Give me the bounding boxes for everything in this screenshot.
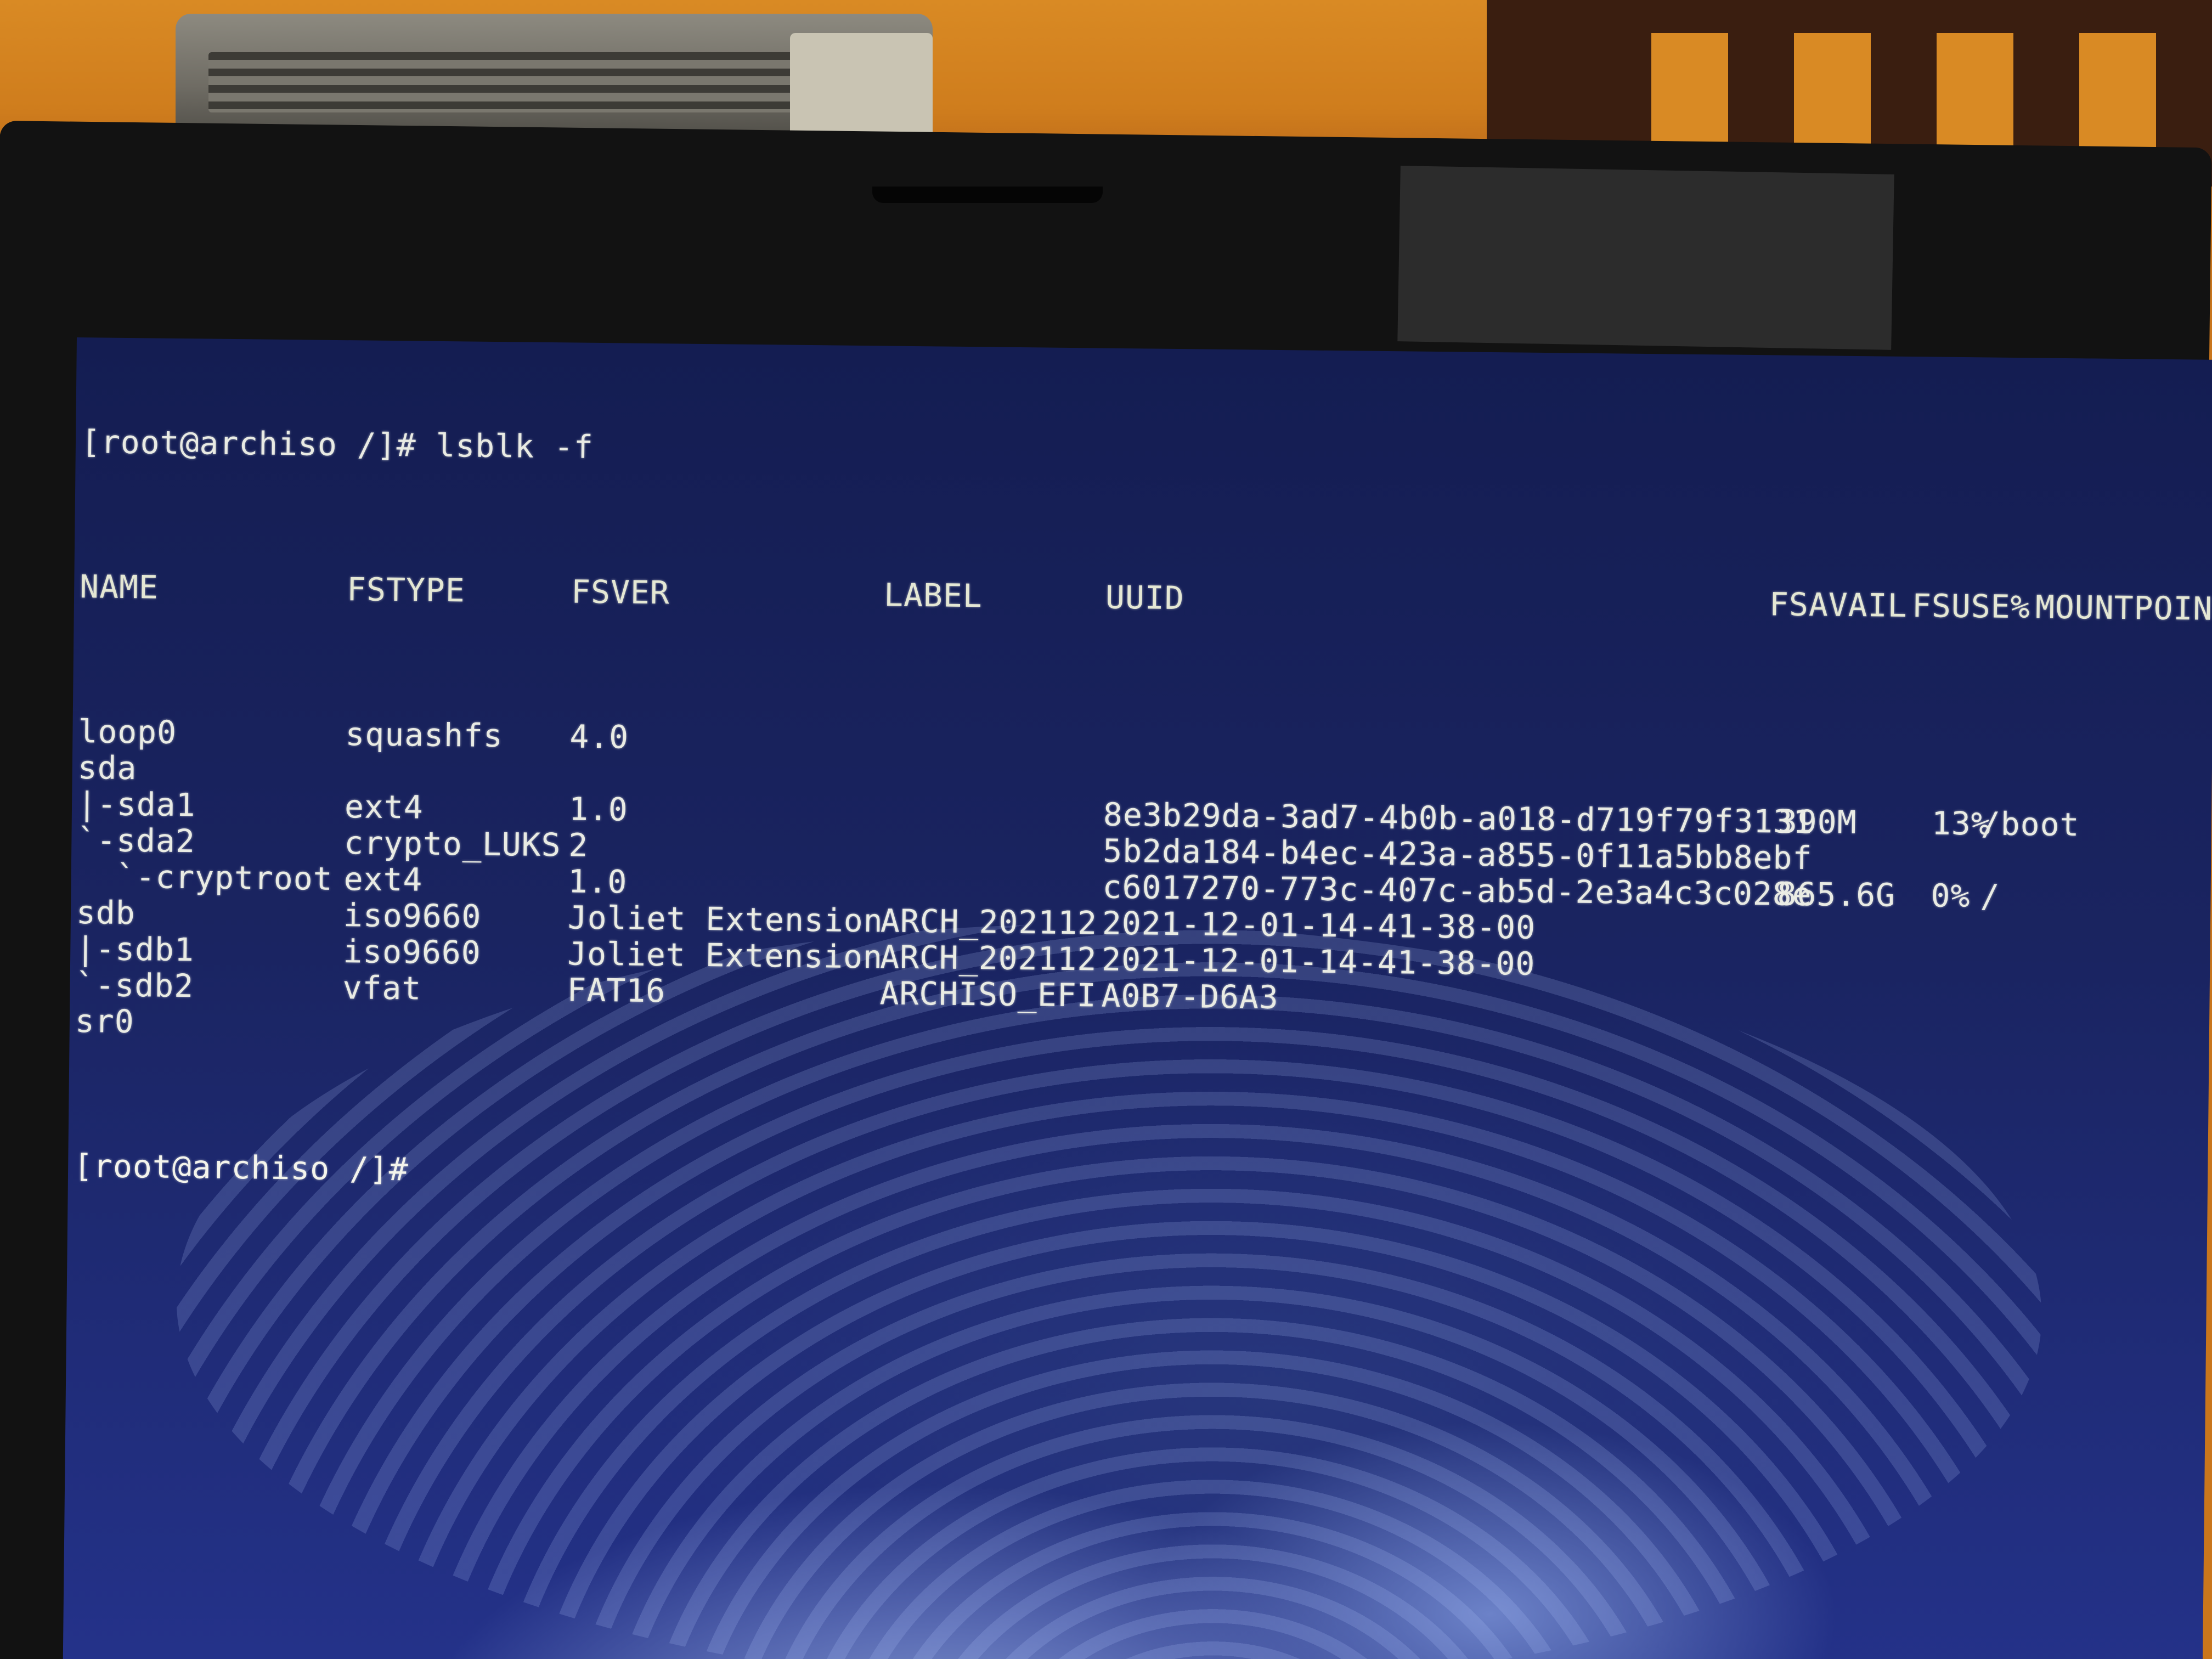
header-fsavail: FSAVAIL — [1769, 585, 1908, 624]
cell-fsver: 1.0 — [568, 790, 629, 828]
prompt-end: [root@archiso /]# — [73, 1147, 409, 1188]
cell-mount: /boot — [1980, 805, 2080, 844]
table-row: `-sda2 crypto_LUKS 2 5b2da184-b4ec-423a-a85… — [77, 821, 1813, 877]
header-fsuse: FSUSE% — [1911, 587, 2030, 626]
screen-moire-glare — [172, 915, 2046, 1659]
cell-label: ARCH_202112 — [879, 938, 1097, 978]
cell-name: sda — [77, 749, 137, 787]
cell-name: `-sdb2 — [75, 966, 194, 1005]
table-row: |-sdb1 iso9660 Joliet Extension ARCH_202112… — [75, 930, 1536, 983]
router-endcap — [790, 33, 933, 143]
cell-mount: / — [1980, 877, 2000, 915]
cell-fsver: 1.0 — [568, 862, 628, 901]
table-header-row: NAME FSTYPE FSVER LABEL UUID FSAVAIL FSU… — [79, 568, 2212, 628]
cell-fsuse: 0% — [1931, 877, 1971, 915]
header-fstype: FSTYPE — [346, 571, 466, 610]
cell-fstype: squashfs — [345, 715, 504, 755]
cell-fstype: iso9660 — [343, 896, 482, 935]
command-line: [root@archiso /]# lsblk -f — [81, 423, 594, 466]
cell-name: |-sdb1 — [75, 930, 195, 969]
laptop-screen: [root@archiso /]# lsblk -f NAME FSTYPE F… — [63, 337, 2212, 1659]
table-row: `-sdb2 vfat FAT16 ARCHISO_EFI A0B7-D6A3 — [75, 966, 1279, 1016]
cell-fstype: ext4 — [343, 860, 423, 899]
header-fsver: FSVER — [571, 573, 670, 612]
router-vents — [208, 52, 823, 112]
cell-fsavail: 865.6G — [1777, 875, 1896, 914]
cell-name: sdb — [76, 894, 136, 932]
cell-fsavail: 390M — [1778, 803, 1857, 842]
lsblk-table-body: loop0 squashfs 4.0 sda |-sda1 ext4 1.0 8e3b29da… — [75, 713, 2080, 1041]
header-name: NAME — [79, 568, 159, 606]
header-label: LABEL — [883, 576, 983, 615]
prompt-command: [root@archiso /]# lsblk -f — [81, 423, 594, 466]
cell-fsver: Joliet Extension — [567, 899, 884, 940]
table-row: sdb iso9660 Joliet Extension ARCH_202112 202… — [76, 894, 1536, 946]
cell-name: loop0 — [78, 713, 177, 751]
cell-fstype: ext4 — [344, 788, 424, 826]
cell-uuid: A0B7-D6A3 — [1101, 977, 1279, 1017]
cell-fstype: crypto_LUKS — [344, 824, 561, 864]
cell-fsver: Joliet Extension — [567, 935, 883, 976]
terminal-console[interactable]: [root@archiso /]# lsblk -f NAME FSTYPE F… — [72, 351, 2212, 1257]
cell-name: sr0 — [75, 1002, 135, 1041]
cell-fstype: vfat — [342, 969, 422, 1007]
cell-fsver: 4.0 — [569, 718, 629, 756]
cell-fsver: 2 — [568, 826, 589, 864]
table-row: loop0 squashfs 4.0 — [78, 713, 629, 756]
table-row: |-sda1 ext4 1.0 8e3b29da-3ad7-4b0b-a018-d71… — [77, 785, 2080, 843]
cell-label: ARCH_202112 — [880, 902, 1098, 942]
webcam-notch — [872, 187, 1103, 203]
header-mountpoint: MOUNTPOINTS — [2035, 588, 2212, 628]
cell-uuid: 2021-12-01-14-41-38-00 — [1102, 904, 1536, 946]
cell-uuid: 2021-12-01-14-41-38-00 — [1101, 940, 1536, 983]
table-row: sr0 — [75, 1002, 194, 1041]
webcam-tape — [1397, 166, 1894, 350]
prompt-line[interactable]: [root@archiso /]# — [74, 1147, 409, 1188]
table-row: `-cryptroot ext4 1.0 c6017270-773c-407c-ab5… — [76, 858, 2000, 915]
cell-fsver: FAT16 — [567, 971, 666, 1010]
cell-name: `-sda2 — [77, 821, 196, 860]
header-uuid: UUID — [1105, 578, 1185, 617]
cell-name: |-sda1 — [77, 785, 196, 824]
cell-name: `-cryptroot — [76, 857, 333, 898]
cell-fstype: iso9660 — [342, 933, 482, 972]
cell-label: ARCHISO_EFI — [879, 974, 1097, 1014]
table-row: sda — [77, 749, 196, 787]
